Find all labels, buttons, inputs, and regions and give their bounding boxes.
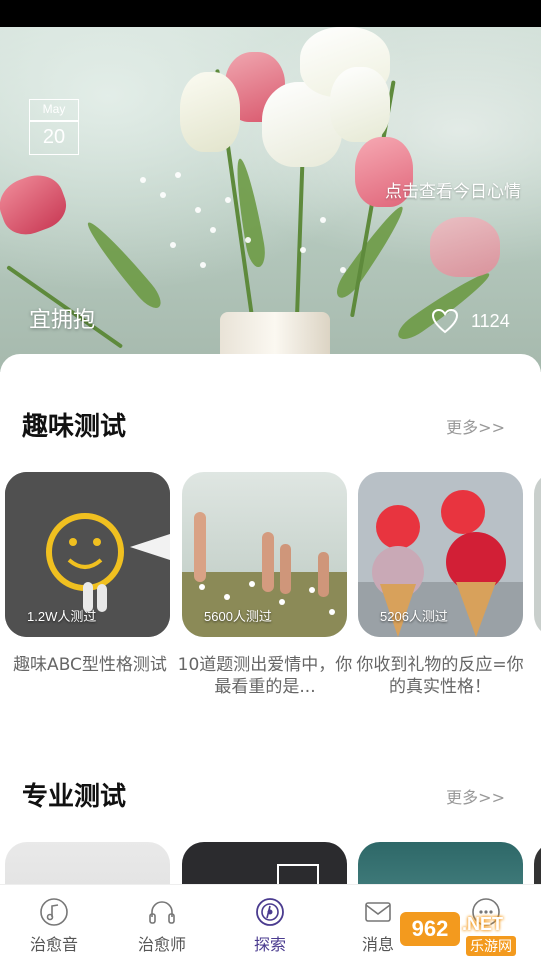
tab-explore[interactable]: 探索 bbox=[216, 885, 324, 962]
white-tulip bbox=[330, 67, 390, 142]
card-caption[interactable]: 你收到礼物的反应=你的真实性格！ bbox=[350, 654, 530, 698]
test-card[interactable]: 5206人测过 bbox=[358, 472, 523, 637]
red-tulip bbox=[0, 167, 73, 242]
card-count: 5600人测过 bbox=[204, 609, 272, 624]
babys-breath bbox=[210, 227, 216, 233]
status-bar bbox=[0, 0, 541, 27]
view-mood-link[interactable]: 点击查看今日心情 bbox=[385, 177, 521, 202]
tab-healer[interactable]: 治愈师 bbox=[108, 885, 216, 962]
card-count: 1.2W人测过 bbox=[27, 609, 97, 624]
tab-label: 探索 bbox=[253, 935, 286, 954]
section-title-fun: 趣味测试 bbox=[22, 412, 127, 442]
date-divider bbox=[30, 120, 78, 122]
tab-healing-sound[interactable]: 治愈音 bbox=[0, 885, 108, 962]
babys-breath bbox=[225, 197, 231, 203]
date-day: 20 bbox=[42, 126, 66, 148]
hero-title: 宜拥抱 bbox=[29, 308, 96, 333]
tab-label: 治愈师 bbox=[137, 935, 186, 954]
pink-tulip bbox=[430, 217, 500, 277]
test-card[interactable]: 1.2W人测过 bbox=[5, 472, 170, 637]
mail-icon bbox=[365, 902, 391, 922]
heart-icon bbox=[431, 308, 459, 334]
babys-breath bbox=[175, 172, 181, 178]
more-link-fun[interactable]: 更多>> bbox=[446, 414, 505, 438]
headphones-icon bbox=[149, 901, 175, 924]
babys-breath bbox=[300, 247, 306, 253]
hero-banner[interactable]: May 20 点击查看今日心情 宜拥抱 1124 bbox=[0, 27, 541, 372]
card-caption[interactable]: 趣味ABC型性格测试 bbox=[0, 654, 180, 676]
babys-breath bbox=[320, 217, 326, 223]
babys-breath bbox=[170, 242, 176, 248]
test-card-partial[interactable] bbox=[534, 472, 541, 637]
babys-breath bbox=[245, 237, 251, 243]
site-watermark: 962 .NET 乐游网 bbox=[400, 912, 540, 956]
babys-breath bbox=[160, 192, 166, 198]
babys-breath bbox=[195, 207, 201, 213]
compass-icon bbox=[256, 898, 284, 926]
card-caption[interactable]: 10道题测出爱情中，你最看重的是... bbox=[175, 654, 355, 698]
tab-label: 治愈音 bbox=[29, 935, 78, 954]
like-count: 1124 bbox=[471, 310, 510, 331]
leaf-shape bbox=[81, 216, 166, 313]
card-count: 5206人测过 bbox=[380, 609, 448, 624]
like-button[interactable]: 1124 bbox=[431, 307, 510, 335]
babys-breath bbox=[340, 267, 346, 273]
watermark-sub: 乐游网 bbox=[466, 936, 516, 956]
date-month: May bbox=[42, 102, 66, 116]
watermark-logo: 962 bbox=[400, 912, 460, 946]
music-note-icon bbox=[40, 898, 68, 926]
white-tulip bbox=[180, 72, 240, 152]
section-title-pro: 专业测试 bbox=[22, 782, 127, 812]
test-card[interactable]: 5600人测过 bbox=[182, 472, 347, 637]
date-badge: May 20 bbox=[29, 99, 79, 155]
watermark-brand: .NET bbox=[462, 914, 504, 934]
babys-breath bbox=[140, 177, 146, 183]
babys-breath bbox=[200, 262, 206, 268]
content-sheet: 趣味测试 更多>> 1.2W人测过 趣味ABC型性格测试 5600人测过 10道… bbox=[0, 354, 541, 914]
more-link-pro[interactable]: 更多>> bbox=[446, 784, 505, 808]
